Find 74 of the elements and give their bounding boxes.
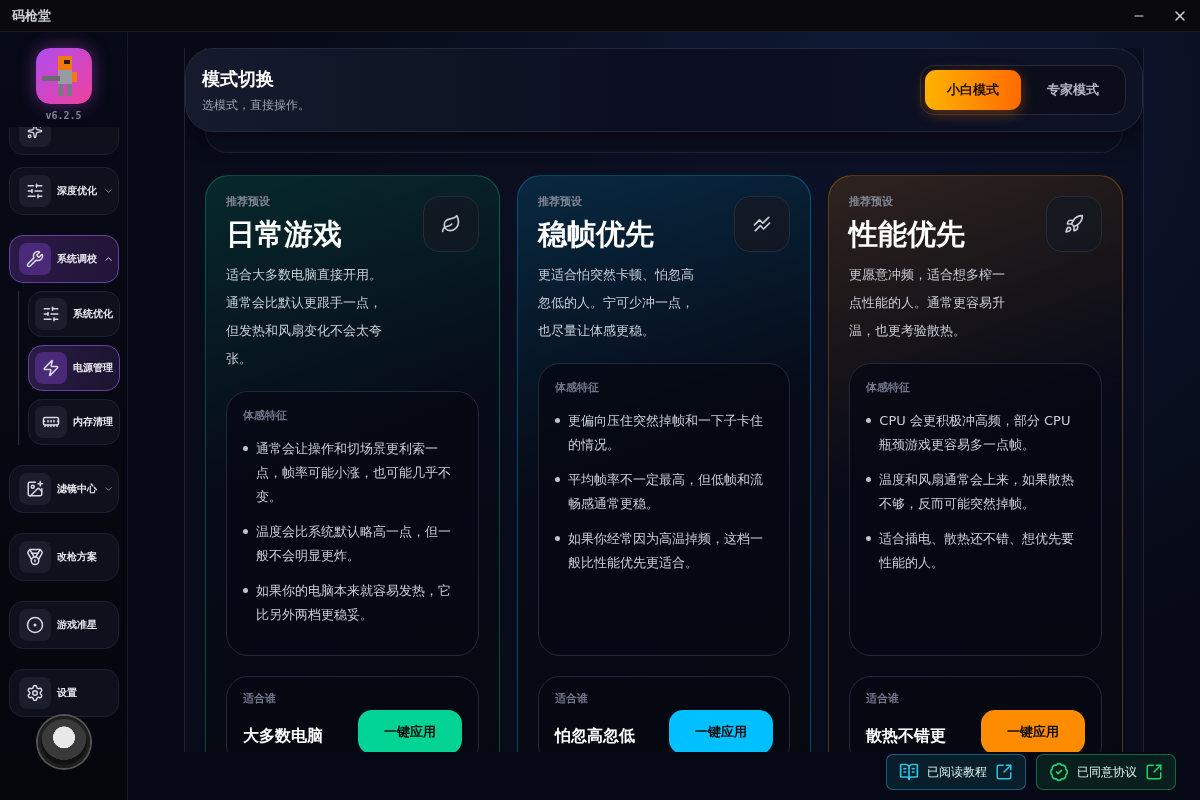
card-title: 性能优先 <box>849 216 966 253</box>
feature-text: 适合插电、散热还不错、想优先要性能的人。 <box>879 530 1076 572</box>
version-label: v6.2.5 <box>45 110 82 121</box>
window-title: 码枪堂 <box>12 6 51 25</box>
feature-text: 如果你的电脑本来就容易发热，它比另外两档更稳妥。 <box>256 582 452 624</box>
nav-subitem[interactable]: 内存清理 <box>27 399 120 445</box>
card-description: 更愿意冲频，适合想多榨一点性能的人。通常更容易升温，也更考验散热。 <box>849 266 1007 340</box>
nav-item[interactable]: 深度优化 <box>8 167 119 215</box>
header-title: 模式切换 <box>202 66 275 91</box>
section-label: 体感特征 <box>554 380 600 395</box>
card-tag: 推荐预设 <box>226 194 479 209</box>
audience-text: 散热不错更 <box>866 725 947 747</box>
audience-text: 怕忽高忽低 <box>554 725 635 747</box>
feature-text: CPU 会更积极冲高频，部分 CPU 瓶颈游戏更容易多一点帧。 <box>879 412 1072 454</box>
bullet-dot <box>866 536 872 541</box>
status-link[interactable]: 已阅读教程 <box>886 754 1026 790</box>
app-logo <box>35 48 92 104</box>
apply-button[interactable]: 一键应用 <box>357 710 462 752</box>
nav-item[interactable]: 改枪方案 <box>8 533 119 581</box>
sparkle-icon <box>26 127 43 139</box>
bullet-dot <box>554 418 560 423</box>
card-tag: 推荐预设 <box>849 194 1102 209</box>
mode-tab[interactable]: 专家模式 <box>1025 70 1121 110</box>
nav-item[interactable]: 设置 <box>8 669 119 717</box>
apply-button[interactable]: 一键应用 <box>669 710 774 752</box>
apply-button[interactable]: 一键应用 <box>981 710 1085 752</box>
bullet-dot <box>243 529 248 534</box>
bullet-dot <box>243 588 248 593</box>
nav-item[interactable]: 系统调校 <box>8 235 119 283</box>
section-label: 适合谁 <box>554 691 589 706</box>
feature-text: 更偏向压住突然掉帧和一下子卡住的情况。 <box>567 412 764 454</box>
wrench-icon <box>25 250 44 268</box>
nav-subitem[interactable]: 电源管理 <box>27 345 120 391</box>
sliders-icon <box>41 305 60 323</box>
feature-text: 温度会比系统默认略高一点，但一般不会明显更炸。 <box>256 523 452 565</box>
card-tag: 推荐预设 <box>537 194 791 209</box>
bullet-dot <box>554 477 560 482</box>
bullet-dot <box>554 536 560 541</box>
medal-icon <box>25 548 44 566</box>
audience-text: 大多数电脑 <box>243 725 323 747</box>
leaf-icon <box>440 214 461 234</box>
avatar[interactable] <box>38 716 90 768</box>
card-title: 日常游戏 <box>226 216 342 253</box>
section-label: 适合谁 <box>866 691 901 706</box>
mode-tab[interactable]: 小白模式 <box>925 70 1021 110</box>
feature-text: 温度和风扇通常会上来，如果散热不够，反而可能突然掉帧。 <box>879 471 1076 513</box>
external-link-icon <box>995 763 1013 781</box>
image-sparkle-icon <box>25 480 44 498</box>
nav-subitem[interactable]: 系统优化 <box>27 291 120 337</box>
book-icon <box>899 762 919 782</box>
lightning-icon <box>41 359 60 377</box>
section-label: 体感特征 <box>866 380 912 395</box>
target-icon <box>25 616 44 634</box>
bullet-dot <box>866 418 872 423</box>
rocket-icon <box>1064 214 1084 234</box>
external-link-icon <box>1145 763 1163 781</box>
feature-text: 如果你经常因为高温掉频，这档一般比性能优先更适合。 <box>567 530 764 572</box>
card-title: 稳帧优先 <box>537 216 654 253</box>
card-description: 适合大多数电脑直接开用。通常会比默认更跟手一点，但发热和风扇变化不会太夸张。 <box>226 266 383 368</box>
feature-text: 通常会让操作和切场景更利索一点，帧率可能小涨，也可能几乎不变。 <box>256 440 452 506</box>
section-label: 适合谁 <box>243 691 277 706</box>
feature-text: 平均帧率不一定最高，但低帧和流畅感通常更稳。 <box>567 471 764 513</box>
nav-item[interactable]: 滤镜中心 <box>8 465 119 513</box>
status-link[interactable]: 已同意协议 <box>1036 754 1176 790</box>
nav-item[interactable]: 游戏准星 <box>8 601 119 649</box>
header-subtitle: 选模式，直接操作。 <box>202 96 310 114</box>
bullet-dot <box>866 477 872 482</box>
badge-check-icon <box>1049 762 1069 782</box>
section-label: 体感特征 <box>243 408 288 423</box>
card-description: 更适合怕突然卡顿、怕忽高忽低的人。宁可少冲一点，也尽量让体感更稳。 <box>537 266 695 340</box>
settings-icon <box>25 684 44 702</box>
sliders-icon <box>25 182 44 200</box>
zigzag-lines-icon <box>752 214 773 234</box>
bullet-dot <box>243 446 248 451</box>
